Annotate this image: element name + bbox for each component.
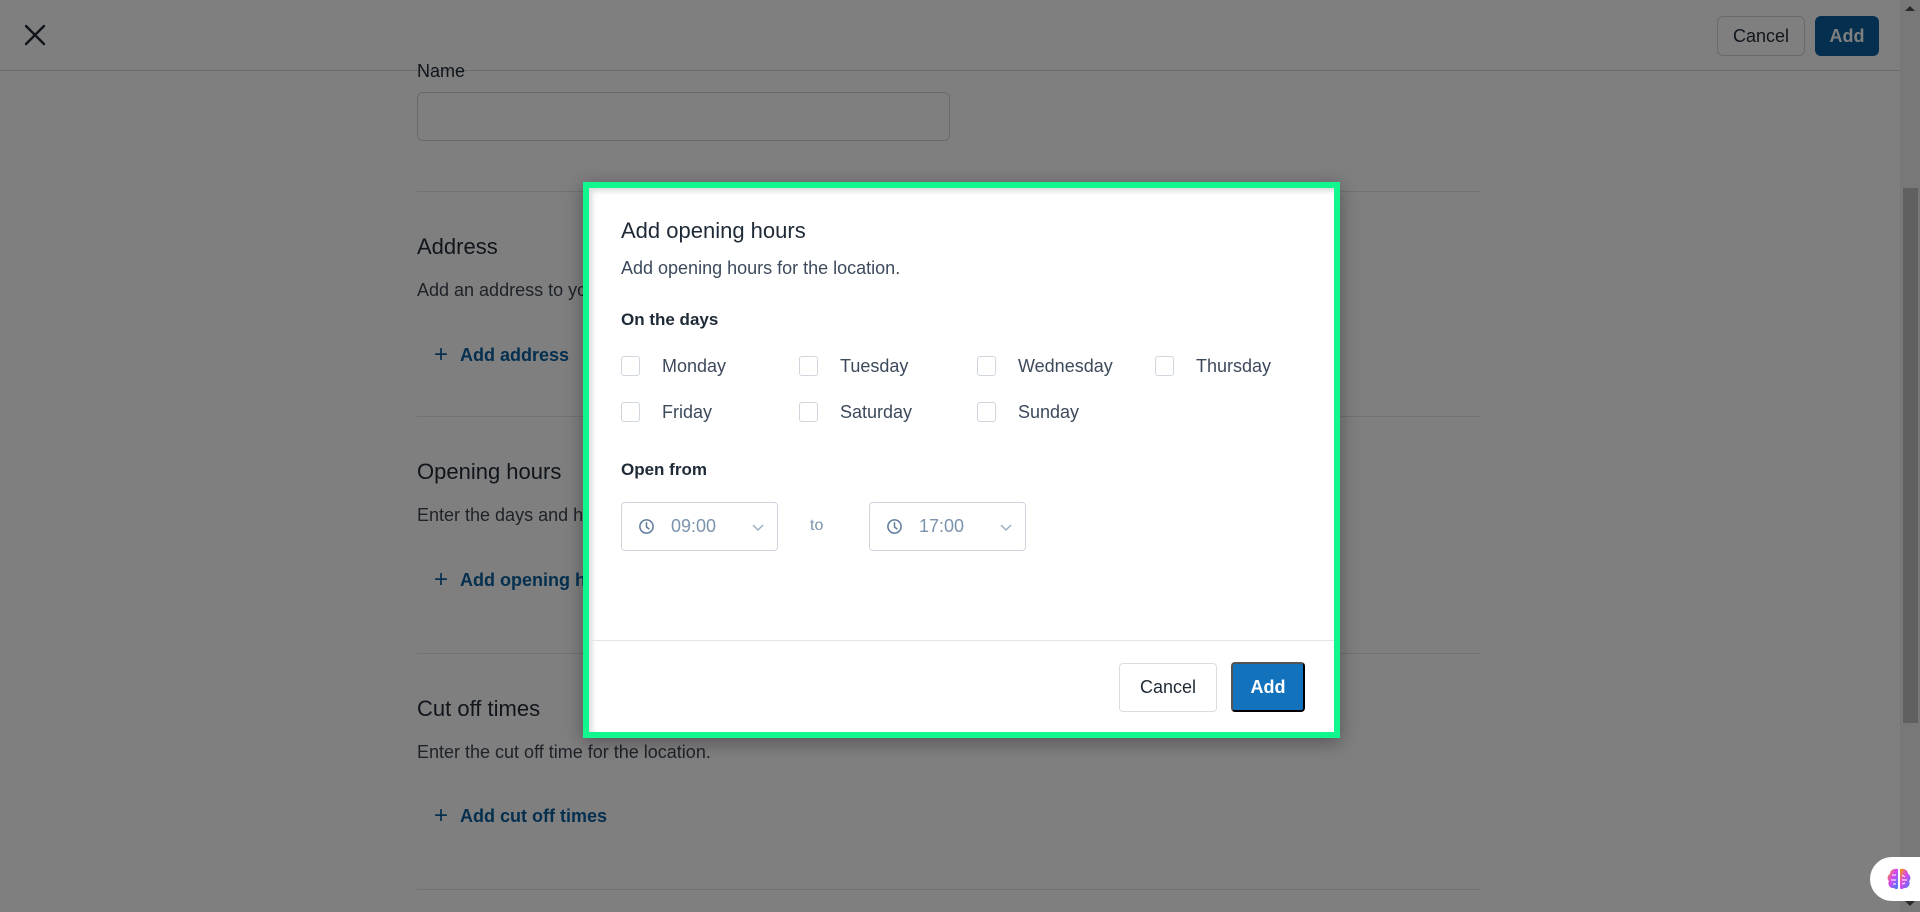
clock-icon [887, 519, 902, 534]
open-from-label: Open from [621, 460, 707, 479]
day-option-tuesday[interactable]: Tuesday [799, 354, 977, 378]
dialog-description: Add opening hours for the location. [621, 258, 901, 278]
to-time-value: 17:00 [919, 516, 965, 536]
day-label: Wednesday [1018, 355, 1113, 376]
day-option-friday[interactable]: Friday [621, 400, 799, 424]
day-label: Tuesday [840, 355, 909, 376]
from-time-select[interactable]: 09:00 [621, 502, 778, 551]
brain-icon [1887, 868, 1911, 890]
day-option-wednesday[interactable]: Wednesday [977, 354, 1155, 378]
add-opening-hours-dialog: Add opening hours Add opening hours for … [583, 182, 1340, 738]
thursday-checkbox[interactable] [1155, 356, 1174, 376]
day-option-sunday[interactable]: Sunday [977, 400, 1155, 424]
friday-checkbox[interactable] [621, 402, 640, 422]
chevron-down-icon [752, 524, 764, 531]
dialog-body: Add opening hours Add opening hours for … [589, 188, 1334, 732]
saturday-checkbox[interactable] [799, 402, 818, 422]
from-time-value: 09:00 [671, 516, 717, 536]
day-label: Sunday [1018, 401, 1080, 422]
monday-checkbox[interactable] [621, 356, 640, 376]
dialog-cancel-button[interactable]: Cancel [1119, 663, 1217, 712]
day-label: Thursday [1196, 355, 1272, 376]
tuesday-checkbox[interactable] [799, 356, 818, 376]
day-option-saturday[interactable]: Saturday [799, 400, 977, 424]
dialog-add-button[interactable]: Add [1231, 662, 1305, 712]
to-time-select[interactable]: 17:00 [869, 502, 1026, 551]
day-label: Monday [662, 355, 727, 376]
day-option-monday[interactable]: Monday [621, 354, 799, 378]
dialog-title: Add opening hours [621, 218, 806, 243]
days-checkbox-group: Monday Tuesday Wednesday Thursday Friday… [621, 354, 1321, 424]
sunday-checkbox[interactable] [977, 402, 996, 422]
dialog-footer-divider [589, 640, 1334, 641]
clock-icon [639, 519, 654, 534]
day-option-thursday[interactable]: Thursday [1155, 354, 1333, 378]
days-label: On the days [621, 310, 719, 329]
wednesday-checkbox[interactable] [977, 356, 996, 376]
day-label: Saturday [840, 401, 913, 422]
to-label: to [810, 517, 824, 534]
day-label: Friday [662, 401, 713, 422]
assistant-button[interactable] [1870, 857, 1920, 901]
chevron-down-icon [1000, 524, 1012, 531]
